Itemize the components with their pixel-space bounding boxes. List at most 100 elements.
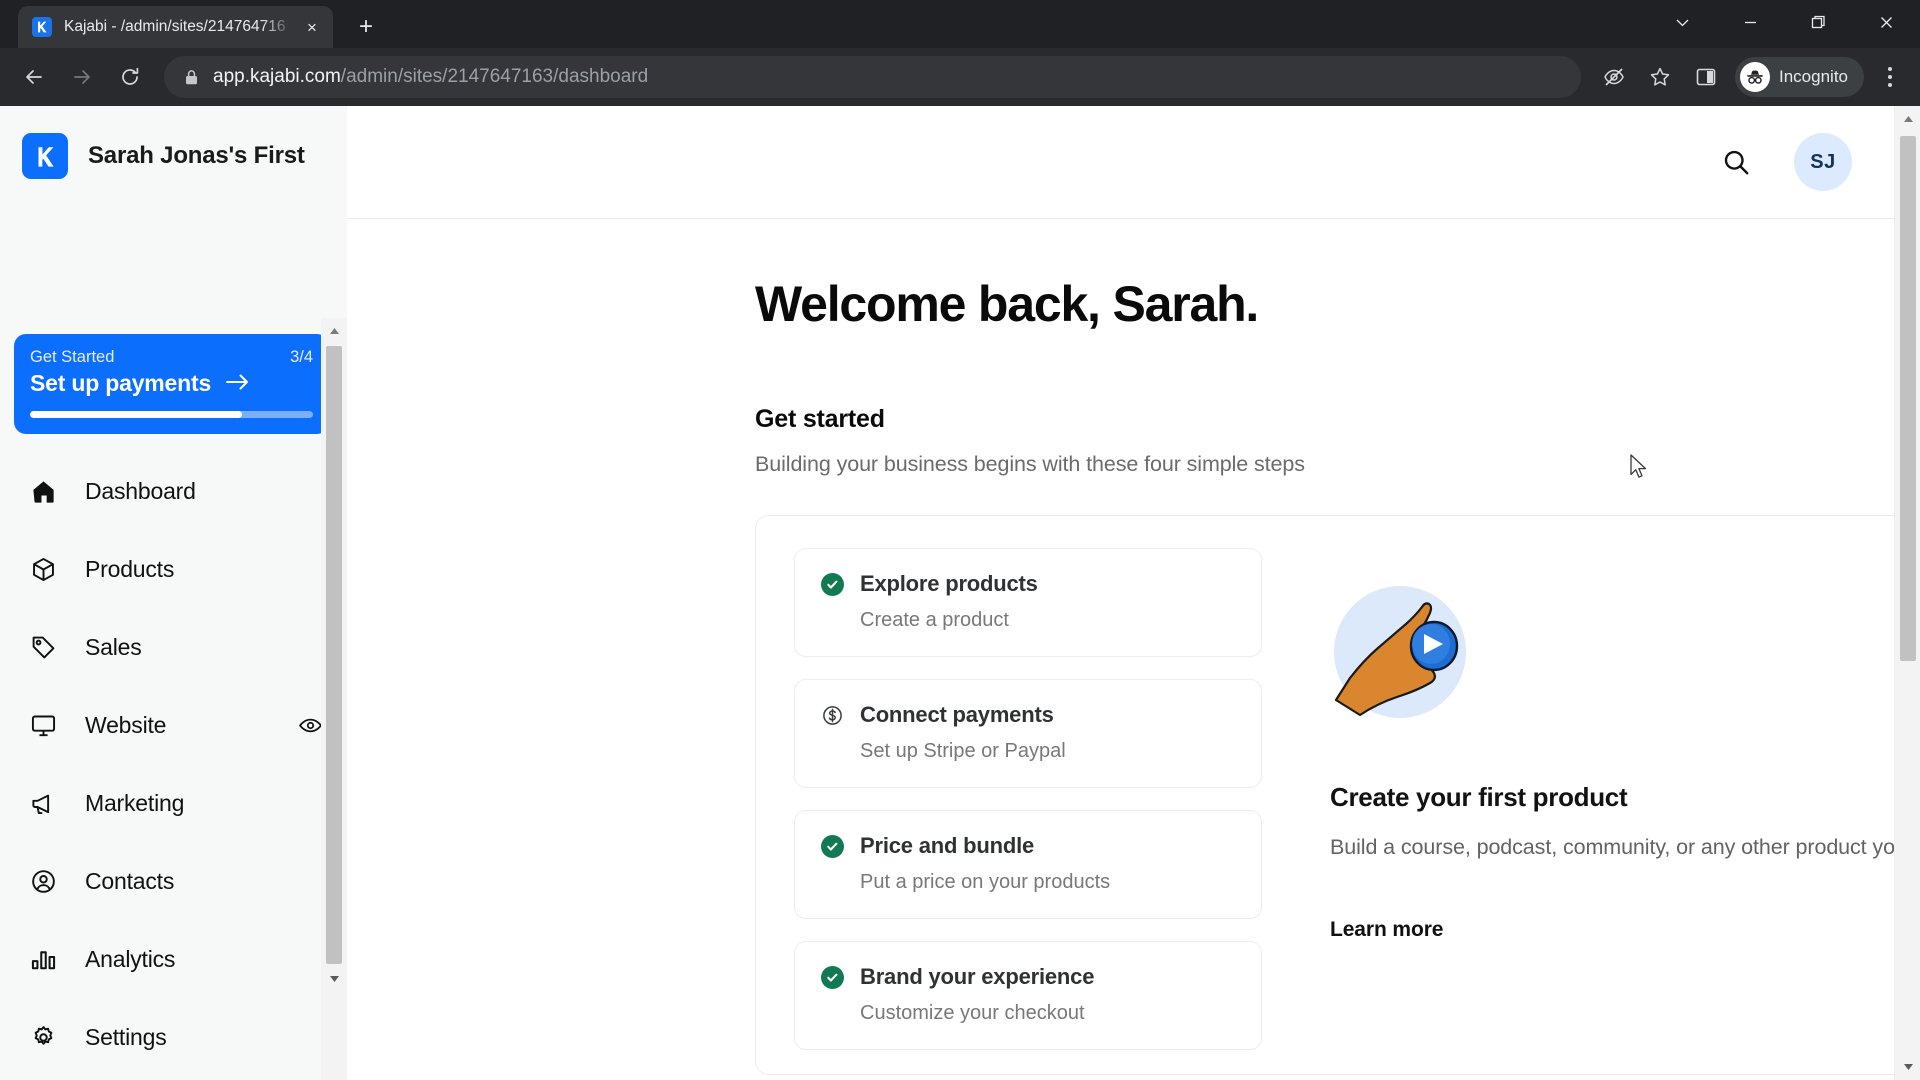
step-card-price-and-bundle[interactable]: Price and bundle Put a price on your pro… [794,810,1262,919]
promo-body: Build a course, podcast, community, or a… [1330,835,1920,859]
step-card-connect-payments[interactable]: Connect payments Set up Stripe or Paypal [794,679,1262,788]
sidebar-item-label: Contacts [85,867,175,894]
toolbar-right: Incognito [1591,56,1910,98]
sidebar-item-label: Settings [85,1023,167,1050]
browser-toolbar: app.kajabi.com/admin/sites/2147647163/da… [0,48,1920,106]
tab-title: Kajabi - /admin/sites/214764716 [64,18,286,35]
browser-chrome: Kajabi - /admin/sites/214764716 × + app.… [0,0,1920,106]
lock-icon [184,69,199,86]
sidebar-item-label: Marketing [85,789,185,816]
tab-search-caret-icon[interactable] [1648,0,1716,44]
back-button[interactable] [13,56,55,98]
page-title: Welcome back, Sarah. [755,276,1259,332]
dashboard-content: Welcome back, Sarah. Get started Buildin… [347,219,1920,1075]
forward-button[interactable] [61,56,103,98]
sidebar-item-sales[interactable]: Sales [0,608,347,686]
sidebar-item-dashboard[interactable]: Dashboard [0,452,347,530]
sidebar-nav: Dashboard Products Sales Website Marketi… [0,452,347,1080]
learn-more-link[interactable]: Learn more [1330,918,1443,942]
brand-header[interactable]: Sarah Jonas's First [0,106,347,206]
hand-holding-play-coin-illustration [1330,582,1478,730]
sidebar-item-label: Products [85,555,175,582]
page-scroll-down-icon[interactable] [1895,1054,1920,1080]
get-started-progress-bar [30,411,313,418]
avatar[interactable]: SJ [1794,133,1852,191]
sidebar-scroll-down-icon[interactable] [321,966,347,992]
new-tab-button[interactable]: + [349,10,383,44]
check-circle-icon [821,572,844,596]
address-bar[interactable]: app.kajabi.com/admin/sites/2147647163/da… [164,56,1581,98]
brand-name: Sarah Jonas's First [88,142,305,169]
side-panel-icon[interactable] [1685,56,1727,98]
dollar-circle-icon [821,704,844,727]
kajabi-favicon [32,17,52,37]
tag-icon [28,634,58,661]
url-path: /admin/sites/2147647163/dashboard [340,66,649,87]
third-party-cookies-blocked-icon[interactable] [1593,56,1635,98]
get-started-section-subtitle: Building your business begins with these… [755,452,1305,476]
page-scroll-up-icon[interactable] [1895,106,1920,132]
gear-icon [28,1024,58,1051]
app-sidebar: Sarah Jonas's First Get Started 3/4 Set … [0,106,347,1080]
page-viewport: Sarah Jonas's First Get Started 3/4 Set … [0,106,1920,1080]
get-started-count: 3/4 [290,348,313,366]
sidebar-item-settings[interactable]: Settings [0,998,347,1076]
sidebar-item-analytics[interactable]: Analytics [0,920,347,998]
sidebar-item-marketing[interactable]: Marketing [0,764,347,842]
incognito-label: Incognito [1779,67,1848,86]
window-controls [1648,0,1920,44]
avatar-initials: SJ [1810,150,1836,173]
sidebar-item-label: Dashboard [85,477,196,504]
url-domain: app.kajabi.com [213,66,341,87]
page-scrollbar-thumb[interactable] [1900,136,1916,661]
check-circle-icon [821,834,844,858]
eye-icon[interactable] [298,713,323,738]
browser-tab[interactable]: Kajabi - /admin/sites/214764716 × [18,6,333,48]
tab-close-icon[interactable]: × [299,14,325,40]
get-started-panel: Explore products Create a product Connec… [755,515,1920,1075]
page-scrollbar[interactable] [1894,106,1920,1080]
get-started-title: Set up payments [30,370,212,396]
close-window-button[interactable] [1852,0,1920,44]
get-started-section-title: Get started [755,405,885,433]
sidebar-item-products[interactable]: Products [0,530,347,608]
minimize-button[interactable] [1716,0,1784,44]
app-topbar: SJ [347,106,1920,219]
step-subtitle: Set up Stripe or Paypal [860,740,1066,762]
promo-panel: Create your first product Build a course… [1262,548,1920,1074]
incognito-icon [1740,62,1770,92]
sidebar-scrollbar[interactable] [321,318,347,1080]
sidebar-scrollbar-thumb[interactable] [326,346,342,964]
bar-chart-icon [28,946,58,973]
step-card-brand-your-experience[interactable]: Brand your experience Customize your che… [794,941,1262,1050]
home-icon [28,478,58,505]
step-title: Explore products [860,571,1038,596]
sidebar-item-website[interactable]: Website [0,686,347,764]
step-subtitle: Customize your checkout [860,1002,1085,1024]
incognito-indicator[interactable]: Incognito [1735,57,1864,97]
user-circle-icon [28,868,58,895]
sidebar-scroll-region: Get Started 3/4 Set up payments Dashboar… [0,320,347,1080]
step-card-explore-products[interactable]: Explore products Create a product [794,548,1262,657]
step-title: Brand your experience [860,964,1095,989]
steps-list: Explore products Create a product Connec… [756,548,1262,1074]
kajabi-logo-icon [22,133,68,179]
sidebar-item-contacts[interactable]: Contacts [0,842,347,920]
search-icon[interactable] [1716,142,1756,182]
address-bar-url: app.kajabi.com/admin/sites/2147647163/da… [213,66,648,88]
chrome-menu-kebab-icon[interactable] [1870,56,1910,98]
step-subtitle: Create a product [860,609,1009,631]
main-content: SJ Welcome back, Sarah. Get started Buil… [347,106,1920,1080]
monitor-icon [28,712,58,739]
step-title: Connect payments [860,702,1054,727]
bookmark-star-icon[interactable] [1639,56,1681,98]
sidebar-item-label: Analytics [85,945,176,972]
sidebar-scroll-up-icon[interactable] [321,318,347,344]
reload-button[interactable] [109,56,151,98]
maximize-button[interactable] [1784,0,1852,44]
get-started-card[interactable]: Get Started 3/4 Set up payments [14,334,329,434]
step-subtitle: Put a price on your products [860,871,1111,893]
step-title: Price and bundle [860,833,1035,858]
sidebar-item-help-feedback[interactable]: Help & Feedback [0,1076,347,1080]
sidebar-item-label: Website [85,711,167,738]
